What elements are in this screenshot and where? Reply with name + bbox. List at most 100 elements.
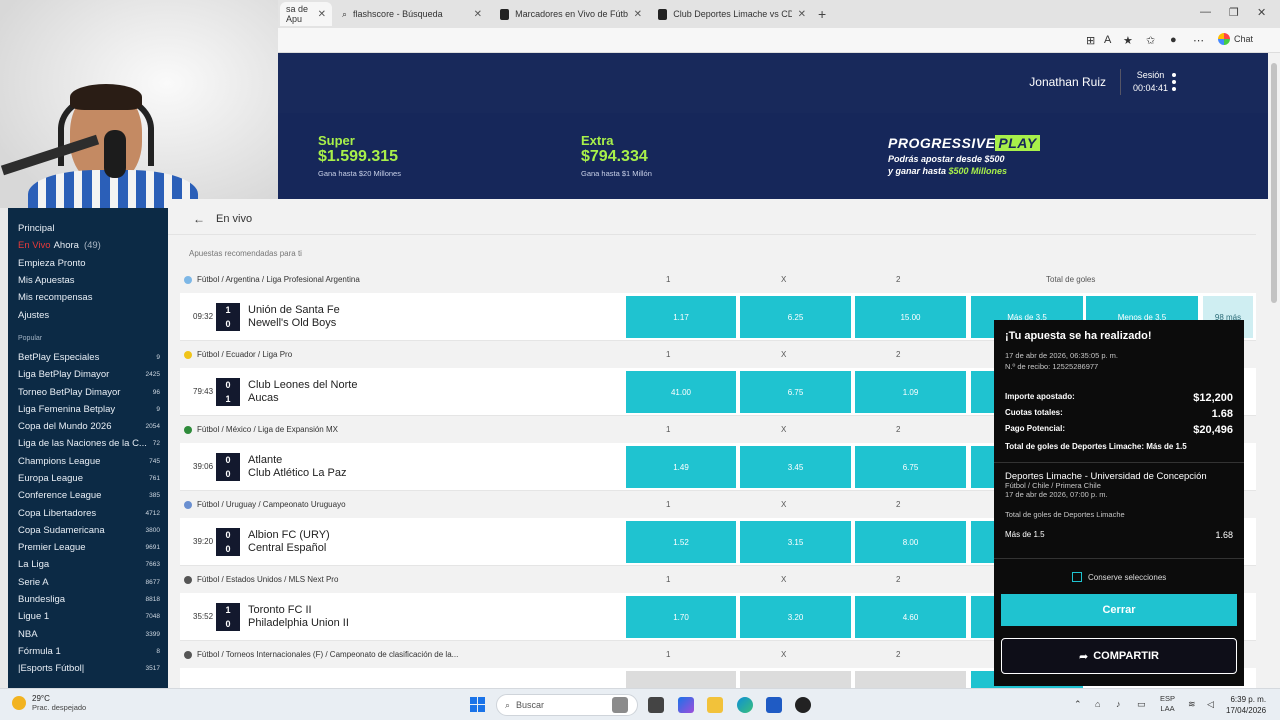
tab-flashscore-search[interactable]: ⌕ flashscore - Búsqueda ✕ <box>336 4 488 24</box>
odds-button-ox[interactable]: 3.20 <box>740 596 851 638</box>
close-button[interactable]: Cerrar <box>1001 594 1237 626</box>
keep-selections-checkbox[interactable] <box>1072 572 1082 582</box>
language-indicator[interactable]: ESP LAA <box>1160 694 1175 714</box>
team-names[interactable]: Unión de Santa Fe Newell's Old Boys <box>248 304 340 330</box>
tab-club-deportes[interactable]: Club Deportes Limache vs CD Univ ✕ <box>652 4 812 24</box>
tab-marcadores[interactable]: Marcadores en Vivo de Fútbol, Re ✕ <box>494 4 648 24</box>
league-header: Fútbol / Argentina / Liga Profesional Ar… <box>180 269 1256 291</box>
widgets-icon[interactable] <box>612 697 628 713</box>
close-icon[interactable]: ✕ <box>798 9 806 20</box>
jackpot-banner[interactable]: Super $1.599.315 Gana hasta $20 Millones… <box>278 113 1268 199</box>
odds-button-ox[interactable]: 6.25 <box>740 296 851 338</box>
favorite-star-icon[interactable]: ★ <box>1123 34 1133 47</box>
sidebar-item-label: Torneo BetPlay Dimayor <box>18 386 121 398</box>
team-names[interactable]: Albion FC (URY) Central Español <box>248 529 330 555</box>
minimize-icon[interactable]: — <box>1200 6 1211 18</box>
collections-icon[interactable]: ✩ <box>1146 34 1155 47</box>
battery-icon[interactable]: ▭ <box>1137 699 1146 710</box>
odds-button-o1[interactable]: 1.49 <box>626 446 736 488</box>
sidebar-item-popular[interactable]: Europa League 761 <box>8 470 168 487</box>
volume-icon[interactable]: ♪ <box>1116 699 1121 709</box>
more-options-icon[interactable] <box>1172 73 1178 91</box>
sidebar-item-popular[interactable]: La Liga 7663 <box>8 556 168 573</box>
system-clock[interactable]: 6:39 p. m. 17/04/2026 <box>1226 694 1266 716</box>
extra-title: Extra <box>581 133 614 148</box>
close-window-icon[interactable]: ✕ <box>1257 6 1266 19</box>
odds-button-o2[interactable]: 8.00 <box>855 521 966 563</box>
store-icon[interactable] <box>766 697 782 713</box>
profile-avatar-icon[interactable]: ● <box>1170 34 1177 46</box>
sidebar-item-popular[interactable]: Bundesliga 8818 <box>8 591 168 608</box>
windows-start-icon[interactable] <box>470 697 485 712</box>
sidebar-item-popular[interactable]: Serie A 8677 <box>8 574 168 591</box>
sidebar-item-popular[interactable]: BetPlay Especiales 9 <box>8 349 168 366</box>
sidebar-item-popular[interactable]: Conference League 385 <box>8 487 168 504</box>
scoreboard: 00 <box>216 528 240 556</box>
page-scrollbar[interactable] <box>1268 53 1280 688</box>
copilot-chat-button[interactable]: Chat <box>1218 33 1253 45</box>
sidebar-item-popular[interactable]: Liga BetPlay Dimayor 2425 <box>8 366 168 383</box>
close-icon[interactable]: ✕ <box>318 9 326 20</box>
odds-button-o2[interactable]: 6.75 <box>855 446 966 488</box>
odds-button-o2[interactable]: 15.00 <box>855 296 966 338</box>
sidebar-item-popular[interactable]: Fórmula 1 8 <box>8 643 168 660</box>
read-aloud-icon[interactable]: A <box>1104 34 1111 46</box>
sidebar-item-en-vivo[interactable]: En Vivo Ahora (49) <box>8 237 168 254</box>
sidebar-item-popular[interactable]: |Esports Fútbol| 3517 <box>8 660 168 677</box>
team-names[interactable]: Toronto FC II Philadelphia Union II <box>248 604 349 630</box>
col-away-label: 2 <box>896 275 901 284</box>
odds-button-o1[interactable]: 1.70 <box>626 596 736 638</box>
sidebar-item-popular[interactable]: Ligue 1 7048 <box>8 608 168 625</box>
sidebar-item-popular[interactable]: NBA 3399 <box>8 626 168 643</box>
wifi-icon[interactable]: ≋ <box>1188 699 1196 710</box>
sidebar-item-popular[interactable]: Champions League 745 <box>8 453 168 470</box>
keep-selections-toggle[interactable]: Conserve selecciones <box>1072 572 1166 582</box>
sidebar-item-popular[interactable]: Liga de las Naciones de la C... 72 <box>8 435 168 452</box>
copilot-app-icon[interactable] <box>678 697 694 713</box>
sidebar-item-popular[interactable]: Premier League 9691 <box>8 539 168 556</box>
sidebar-item-mis-apuestas[interactable]: Mis Apuestas <box>8 272 168 289</box>
extensions-icon[interactable]: ⊞ <box>1086 34 1095 47</box>
sidebar-item-popular[interactable]: Copa Sudamericana 3800 <box>8 522 168 539</box>
sidebar-item-ajustes[interactable]: Ajustes <box>8 306 168 323</box>
team-names[interactable]: Atlante Club Atlético La Paz <box>248 454 346 480</box>
event-details: Deportes Limache - Universidad de Concep… <box>1005 471 1207 499</box>
odds-button-o2[interactable]: 4.60 <box>855 596 966 638</box>
menu-dots-icon[interactable]: ⋯ <box>1193 34 1204 47</box>
team-names[interactable]: Club Leones del Norte Aucas <box>248 379 357 405</box>
task-view-icon[interactable] <box>648 697 664 713</box>
speaker-icon[interactable]: ◁ <box>1207 699 1214 710</box>
sidebar-item-principal[interactable]: Principal <box>8 220 168 237</box>
sidebar-item-mis-recompensas[interactable]: Mis recompensas <box>8 289 168 306</box>
weather-widget[interactable]: 29°C Prac. despejado <box>12 694 86 712</box>
file-explorer-icon[interactable] <box>707 697 723 713</box>
odds-button-ox[interactable]: 6.75 <box>740 371 851 413</box>
odds-button-o1[interactable]: 1.17 <box>626 296 736 338</box>
user-name[interactable]: Jonathan Ruiz <box>1029 75 1106 89</box>
session-time: 00:04:41 <box>1132 83 1168 93</box>
tab-betplay[interactable]: sa de Apu ✕ <box>280 2 332 26</box>
new-tab-button[interactable]: + <box>818 6 826 22</box>
maximize-icon[interactable]: ❐ <box>1229 6 1239 19</box>
tray-chevron-icon[interactable]: ⌃ <box>1074 699 1082 710</box>
sidebar-item-popular[interactable]: Copa Libertadores 4712 <box>8 504 168 521</box>
copilot-icon <box>1218 33 1230 45</box>
sidebar-item-popular[interactable]: Liga Femenina Betplay 9 <box>8 401 168 418</box>
edge-browser-icon[interactable] <box>737 697 753 713</box>
odds-button-ox[interactable]: 3.45 <box>740 446 851 488</box>
sidebar-item-popular[interactable]: Copa del Mundo 2026 2054 <box>8 418 168 435</box>
odds-button-o1[interactable]: 1.52 <box>626 521 736 563</box>
close-icon[interactable]: ✕ <box>474 9 482 20</box>
obs-icon[interactable] <box>795 697 811 713</box>
windows-taskbar: 29°C Prac. despejado ⌕ Buscar ⌃ ⌂ ♪ ▭ ESP… <box>0 688 1280 720</box>
odds-button-o2[interactable]: 1.09 <box>855 371 966 413</box>
odds-button-ox[interactable]: 3.15 <box>740 521 851 563</box>
odds-button-o1[interactable]: 41.00 <box>626 371 736 413</box>
share-button[interactable]: ➦ COMPARTIR <box>1001 638 1237 674</box>
sidebar-item-popular[interactable]: Torneo BetPlay Dimayor 96 <box>8 383 168 400</box>
sidebar-item-empieza-pronto[interactable]: Empieza Pronto <box>8 255 168 272</box>
scoreboard: 10 <box>216 603 240 631</box>
network-icon[interactable]: ⌂ <box>1095 699 1100 709</box>
close-icon[interactable]: ✕ <box>634 9 642 20</box>
back-arrow-icon[interactable]: ← <box>193 212 205 226</box>
